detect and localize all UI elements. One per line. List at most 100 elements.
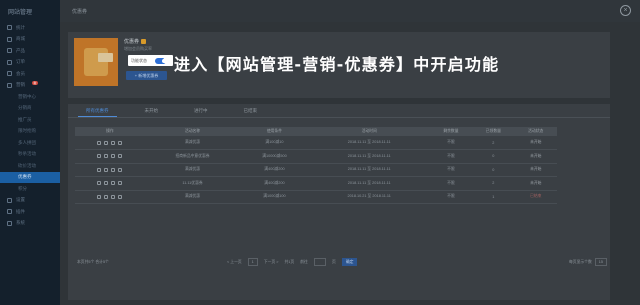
per-page-select[interactable]: 15	[594, 258, 607, 266]
ticket-icon	[98, 53, 113, 62]
sidebar-item[interactable]: 积分	[0, 183, 60, 195]
sidebar-logo: 网站管理	[8, 9, 33, 16]
page-header: 优惠券 ×	[60, 0, 640, 22]
edit-icon[interactable]	[104, 167, 109, 172]
sidebar-item[interactable]: 秒杀活动	[0, 149, 60, 161]
sidebar-item[interactable]: 优惠券	[0, 171, 60, 183]
tab[interactable]: 已结束	[236, 104, 266, 117]
sidebar-item-label: 营销中心	[18, 93, 36, 99]
sidebar-item[interactable]: 营销中心	[0, 91, 60, 103]
row-actions	[75, 176, 145, 191]
table-cell: 已结束	[514, 190, 557, 204]
close-icon[interactable]: ×	[620, 5, 631, 16]
next-page-button[interactable]: 下一页 >	[264, 260, 279, 265]
copy-icon[interactable]	[111, 181, 116, 186]
copy-icon[interactable]	[111, 167, 116, 172]
sidebar-item-label: 秒杀活动	[18, 151, 36, 157]
sidebar-item[interactable]: 设置	[0, 195, 60, 207]
tab[interactable]: 进行中	[186, 104, 216, 117]
crown-icon	[141, 39, 147, 45]
sidebar-item[interactable]: 推广员	[0, 114, 60, 126]
view-icon[interactable]	[97, 140, 102, 145]
menu-icon	[7, 71, 12, 77]
copy-icon[interactable]	[111, 194, 116, 199]
sidebar-item[interactable]: 多人拼团	[0, 137, 60, 149]
table-footer: 本页共5个 合计5个 < 上一页 1 下一页 > 共1页 前往 页 确定 每页显…	[77, 256, 607, 268]
menu-icon	[7, 48, 12, 54]
edit-icon[interactable]	[104, 154, 109, 159]
delete-icon[interactable]	[118, 167, 123, 172]
column-header: 已领数量	[472, 127, 515, 136]
view-icon[interactable]	[97, 154, 102, 159]
sidebar-item-label: 会员	[16, 70, 25, 76]
edit-icon[interactable]	[104, 140, 109, 145]
view-icon[interactable]	[97, 194, 102, 199]
table-cell: 未开始	[514, 136, 557, 150]
goto-page-input[interactable]	[313, 258, 327, 266]
edit-icon[interactable]	[104, 181, 109, 186]
sidebar-item[interactable]: 插件	[0, 206, 60, 218]
row-actions	[75, 163, 145, 177]
delete-icon[interactable]	[118, 181, 123, 186]
tab[interactable]: 未开始	[137, 104, 167, 117]
coupon-table: 操作 活动名称 使用条件 活动时间 剩余数量 已领数量 活动状态 满减优惠 满100减10 20…	[75, 127, 557, 204]
table-row: 满减优惠 满400减200 2018.11.11 至 2018.11.11 不限 0 未开…	[75, 163, 557, 177]
column-header: 剩余数量	[429, 127, 473, 136]
sidebar-item[interactable]: 订单	[0, 57, 60, 69]
sidebar-menu: 统计商城 产品 订单 会员营销 新营销中心分销商 推广员限时抢购多人拼团秒杀活动砍价活动优…	[0, 22, 60, 229]
sidebar-item[interactable]: 产品	[0, 45, 60, 57]
sidebar: 网站管理 统计商城 产品 订单 会员营销 新营销中心分销商 推广员限时抢购多人拼团秒杀活动…	[0, 0, 60, 305]
table-cell: 2	[472, 136, 515, 150]
sidebar-item[interactable]: 会员	[0, 68, 60, 80]
app-title: 优惠券	[124, 38, 147, 45]
sidebar-item-label: 统计	[16, 24, 25, 30]
sidebar-item[interactable]: 砍价活动	[0, 160, 60, 172]
copy-icon[interactable]	[111, 140, 116, 145]
table-cell: 未开始	[514, 149, 557, 164]
sidebar-item[interactable]: 统计	[0, 22, 60, 34]
table-cell: 满400减200	[240, 163, 309, 177]
confirm-button[interactable]: 确定	[341, 258, 358, 266]
sidebar-item[interactable]: 商城	[0, 34, 60, 46]
view-icon[interactable]	[97, 167, 102, 172]
tab[interactable]: 所有优惠券	[78, 104, 117, 117]
table-cell: 2018.11.11 至 2018.11.11	[308, 176, 430, 191]
sidebar-item[interactable]: 系统	[0, 218, 60, 230]
table-row: 满减优惠 满1000减100 2018.10.21 至 2018.11.11 不限 1 已…	[75, 190, 557, 204]
sidebar-item[interactable]: 分销商	[0, 103, 60, 115]
sidebar-item-label: 推广员	[18, 116, 32, 122]
menu-icon	[7, 209, 12, 215]
sidebar-item-label: 砍价活动	[18, 162, 36, 168]
toggle-label: 功能状态	[131, 57, 147, 63]
sidebar-item-label: 限时抢购	[18, 128, 36, 134]
pagination: < 上一页 1 下一页 > 共1页 前往 页 确定	[227, 258, 358, 266]
delete-icon[interactable]	[118, 154, 123, 159]
copy-icon[interactable]	[111, 154, 116, 159]
table-body: 满减优惠 满100减10 2018.11.11 至 2018.11.11 不限 2 未开始…	[75, 136, 557, 204]
add-coupon-button[interactable]: + 新增优惠券	[126, 71, 167, 80]
table-cell: 0	[472, 149, 515, 164]
sidebar-item[interactable]: 限时抢购	[0, 126, 60, 138]
sidebar-item[interactable]: 营销 新	[0, 80, 60, 92]
table-cell: 不限	[429, 176, 473, 191]
menu-icon	[7, 82, 12, 88]
column-header: 使用条件	[240, 127, 309, 136]
table-cell: 不限	[429, 190, 473, 204]
delete-icon[interactable]	[118, 140, 123, 145]
page-title: 优惠券	[72, 8, 88, 15]
sidebar-item-label: 设置	[16, 197, 25, 203]
prev-page-button[interactable]: < 上一页	[227, 260, 242, 265]
view-icon[interactable]	[97, 181, 102, 186]
table-cell: 满400减200	[240, 176, 309, 191]
table-cell: 2018.11.11 至 2018.11.11	[308, 149, 430, 164]
edit-icon[interactable]	[104, 194, 109, 199]
menu-icon	[7, 25, 12, 31]
sidebar-item-label: 营销	[16, 82, 25, 88]
table-cell: 2018.11.11 至 2018.11.11	[308, 163, 430, 177]
table-cell: 不限	[429, 136, 473, 150]
current-page[interactable]: 1	[247, 258, 258, 266]
coupon-tabs: 所有优惠券 未开始 进行中 已结束	[68, 104, 610, 118]
delete-icon[interactable]	[118, 194, 123, 199]
menu-icon	[7, 36, 12, 42]
menu-icon	[7, 220, 12, 226]
